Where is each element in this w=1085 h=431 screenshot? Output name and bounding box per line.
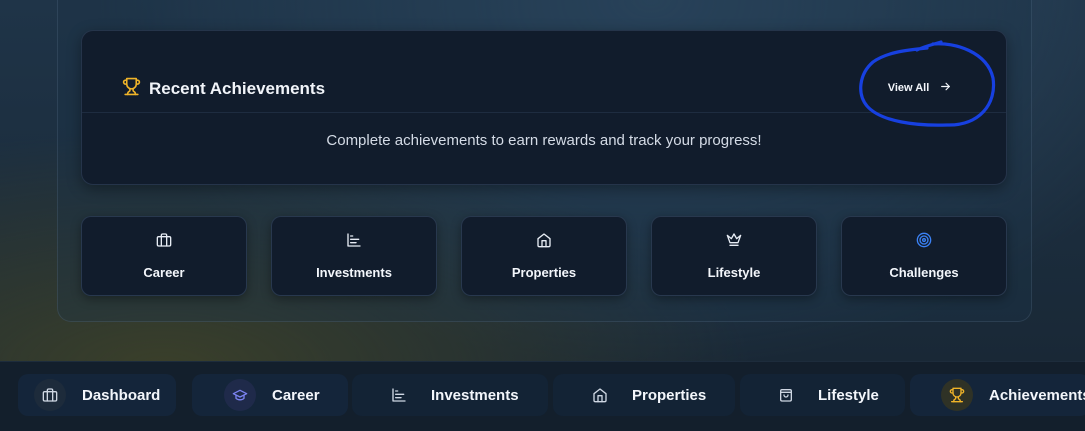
category-label: Challenges: [889, 265, 959, 280]
nav-label: Career: [272, 386, 320, 404]
briefcase-icon: [34, 379, 66, 411]
home-icon: [584, 379, 616, 411]
category-tiles: Career Investments Properties Lifestyle: [81, 216, 1007, 296]
target-icon: [916, 232, 932, 248]
category-label: Investments: [316, 265, 392, 280]
nav-item-career[interactable]: Career: [192, 374, 348, 416]
achievements-title: Recent Achievements: [149, 79, 326, 98]
nav-item-achievements[interactable]: Achievements: [910, 374, 1085, 416]
achievements-empty-message: Complete achievements to earn rewards an…: [326, 132, 762, 149]
recent-achievements-card: Recent Achievements View All Complete ac…: [81, 30, 1007, 185]
nav-label: Dashboard: [82, 386, 161, 404]
category-tile-lifestyle[interactable]: Lifestyle: [651, 216, 817, 296]
chart-icon: [346, 232, 362, 248]
nav-label: Investments: [431, 386, 519, 404]
trophy-icon: [941, 379, 973, 411]
chart-icon: [383, 379, 415, 411]
achievements-header: Recent Achievements View All: [82, 31, 1006, 113]
nav-item-dashboard[interactable]: Dashboard: [18, 374, 176, 416]
nav-item-lifestyle[interactable]: Lifestyle: [740, 374, 905, 416]
category-tile-challenges[interactable]: Challenges: [841, 216, 1007, 296]
category-label: Properties: [511, 265, 577, 280]
crown-icon: [726, 232, 742, 248]
graduation-cap-icon: [224, 379, 256, 411]
nav-item-investments[interactable]: Investments: [352, 374, 548, 416]
nav-label: Lifestyle: [818, 386, 879, 404]
briefcase-icon: [156, 232, 172, 248]
bottom-navigation: Dashboard Career Investments Properties: [0, 361, 1085, 431]
arrow-right-icon: [939, 80, 952, 96]
trophy-icon: [122, 77, 141, 101]
category-tile-investments[interactable]: Investments: [271, 216, 437, 296]
category-label: Lifestyle: [707, 265, 761, 280]
category-tile-career[interactable]: Career: [81, 216, 247, 296]
shopping-bag-icon: [770, 379, 802, 411]
nav-item-properties[interactable]: Properties: [553, 374, 735, 416]
view-all-label: View All: [887, 82, 930, 94]
achievements-title-row: Recent Achievements: [122, 77, 325, 101]
home-icon: [536, 232, 552, 248]
nav-label: Properties: [632, 386, 707, 404]
category-tile-properties[interactable]: Properties: [461, 216, 627, 296]
category-label: Career: [143, 265, 185, 280]
nav-label: Achievements: [989, 386, 1085, 404]
view-all-button[interactable]: View All: [872, 71, 968, 105]
